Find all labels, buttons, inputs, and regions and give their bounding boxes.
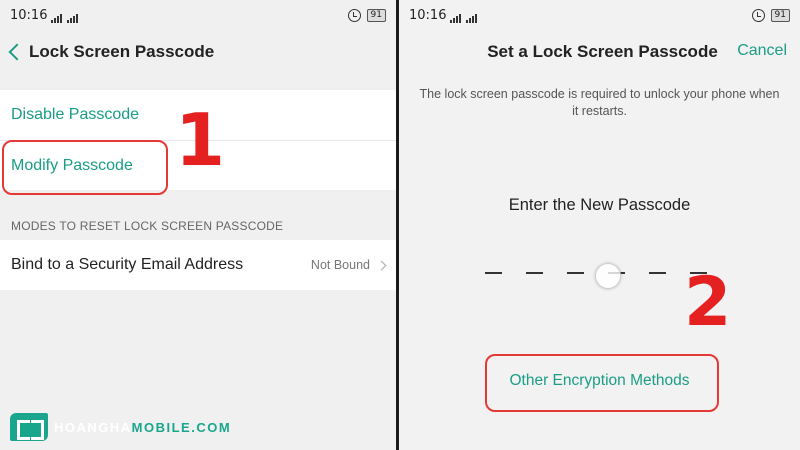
logo-text: HOANGHAMOBILE.COM bbox=[54, 419, 232, 435]
signal-icon bbox=[67, 8, 79, 23]
brand-logo: HOANGHAMOBILE.COM bbox=[10, 413, 231, 441]
passcode-digit-slot bbox=[485, 272, 502, 274]
alarm-icon bbox=[751, 8, 765, 22]
status-time: 10:16 bbox=[409, 7, 447, 23]
annotation-number-2: 2 bbox=[684, 263, 732, 342]
page-title: Lock Screen Passcode bbox=[29, 42, 215, 61]
passcode-digit-slot bbox=[567, 272, 584, 274]
passcode-prompt: Enter the New Passcode bbox=[508, 196, 691, 214]
info-text: The lock screen passcode is required to … bbox=[419, 87, 780, 118]
passcode-digit-slot bbox=[649, 272, 666, 274]
cancel-button[interactable]: Cancel bbox=[737, 42, 787, 60]
logo-mark-icon bbox=[10, 413, 48, 441]
left-phone-screen: 10:16 91 Lock Screen Passcode Disable Pa… bbox=[0, 0, 396, 450]
nav-bar: Set a Lock Screen Passcode Cancel bbox=[399, 30, 800, 74]
signal-icon bbox=[466, 8, 478, 23]
annotation-number-1: 1 bbox=[175, 98, 226, 182]
battery-icon: 91 bbox=[366, 8, 386, 22]
battery-icon: 91 bbox=[770, 8, 790, 22]
signal-icon bbox=[51, 8, 63, 23]
right-phone-screen: 10:16 91 Set a Lock Screen Passcode Canc… bbox=[399, 0, 800, 450]
reset-options: Bind to a Security Email Address Not Bou… bbox=[0, 240, 396, 290]
highlight-box-1 bbox=[2, 140, 168, 195]
alarm-icon bbox=[347, 8, 361, 22]
chevron-right-icon bbox=[376, 260, 387, 270]
disable-passcode-label: Disable Passcode bbox=[11, 106, 140, 123]
touch-indicator bbox=[595, 263, 621, 289]
highlight-box-2 bbox=[485, 354, 719, 412]
section-header: MODES TO RESET LOCK SCREEN PASSCODE bbox=[11, 219, 284, 233]
status-time: 10:16 bbox=[10, 7, 48, 23]
signal-icon bbox=[450, 8, 462, 23]
status-bar: 10:16 91 bbox=[399, 0, 800, 30]
bind-email-item[interactable]: Bind to a Security Email Address Not Bou… bbox=[0, 240, 396, 290]
passcode-digit-slot bbox=[526, 272, 543, 274]
bind-status-value: Not Bound bbox=[310, 258, 370, 272]
bind-email-label: Bind to a Security Email Address bbox=[11, 256, 244, 273]
back-arrow-icon[interactable] bbox=[8, 43, 26, 61]
status-bar: 10:16 91 bbox=[0, 0, 396, 30]
nav-bar: Lock Screen Passcode bbox=[0, 30, 396, 74]
